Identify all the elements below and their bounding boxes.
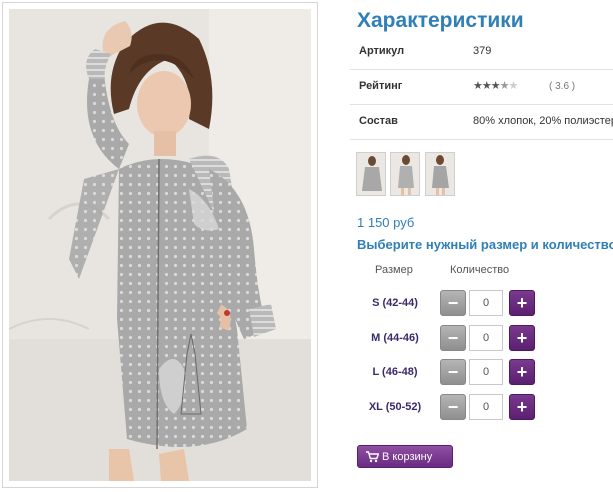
decrease-qty-button[interactable]: −	[440, 394, 466, 420]
qty-input[interactable]: 0	[469, 359, 503, 385]
star-half-icon[interactable]: ★	[500, 80, 510, 92]
qty-input[interactable]: 0	[469, 394, 503, 420]
size-label: M (44-46)	[371, 332, 419, 344]
size-row-xl: XL (50-52) − 0 +	[350, 394, 550, 422]
star-icon[interactable]: ★	[482, 80, 492, 92]
increase-qty-button[interactable]: +	[509, 325, 535, 351]
thumbnail-image	[432, 155, 449, 195]
spec-label: Артикул	[359, 45, 405, 57]
size-column-header: Размер	[375, 264, 413, 276]
decrease-qty-button[interactable]: −	[440, 325, 466, 351]
price: 1 150 руб	[357, 215, 415, 230]
rating-value: ( 3.6 )	[549, 81, 576, 92]
qty-input[interactable]: 0	[469, 290, 503, 316]
increase-qty-button[interactable]: +	[509, 359, 535, 385]
spec-row-composition: Состав 80% хлопок, 20% полиэстер	[350, 105, 613, 140]
size-qty-heading: Выберите нужный размер и количество	[357, 237, 613, 252]
spec-label: Рейтинг	[359, 80, 403, 92]
page-title: Характеристики	[357, 9, 524, 32]
size-label: S (42-44)	[372, 297, 418, 309]
thumbnail-1[interactable]	[356, 152, 386, 196]
size-row-m: M (44-46) − 0 +	[350, 325, 550, 353]
thumbnail-image	[362, 156, 382, 191]
qty-column-header: Количество	[450, 264, 510, 276]
spec-row-article: Артикул 379	[350, 35, 613, 70]
increase-qty-button[interactable]: +	[509, 290, 535, 316]
add-to-cart-button[interactable]: В корзину	[357, 445, 453, 468]
spec-row-rating: Рейтинг ★★★★★ ( 3.6 )	[350, 70, 613, 105]
article-value: 379	[473, 45, 492, 57]
star-icon[interactable]: ★	[491, 80, 501, 92]
product-image-frame[interactable]	[2, 2, 318, 488]
thumbnail-2[interactable]	[390, 152, 420, 196]
size-label: L (46-48)	[372, 366, 418, 378]
product-photo[interactable]	[9, 9, 311, 481]
increase-qty-button[interactable]: +	[509, 394, 535, 420]
cart-icon	[366, 451, 379, 463]
decrease-qty-button[interactable]: −	[440, 359, 466, 385]
thumbnail-image	[398, 155, 414, 195]
star-empty-icon[interactable]: ★	[509, 80, 519, 92]
star-icon[interactable]: ★	[473, 80, 483, 92]
size-row-l: L (46-48) − 0 +	[350, 359, 550, 387]
size-row-s: S (42-44) − 0 +	[350, 290, 550, 318]
composition-value: 80% хлопок, 20% полиэстер	[473, 115, 613, 127]
decrease-qty-button[interactable]: −	[440, 290, 466, 316]
specs-table: Артикул 379 Рейтинг ★★★★★ ( 3.6 ) Состав…	[350, 35, 613, 140]
spec-label: Состав	[359, 115, 398, 127]
rating-stars[interactable]: ★★★★★	[473, 79, 519, 92]
qty-input[interactable]: 0	[469, 325, 503, 351]
model-illustration	[9, 9, 311, 481]
cart-label: В корзину	[382, 451, 433, 463]
size-label: XL (50-52)	[368, 401, 422, 413]
thumbnail-3[interactable]	[425, 152, 455, 196]
